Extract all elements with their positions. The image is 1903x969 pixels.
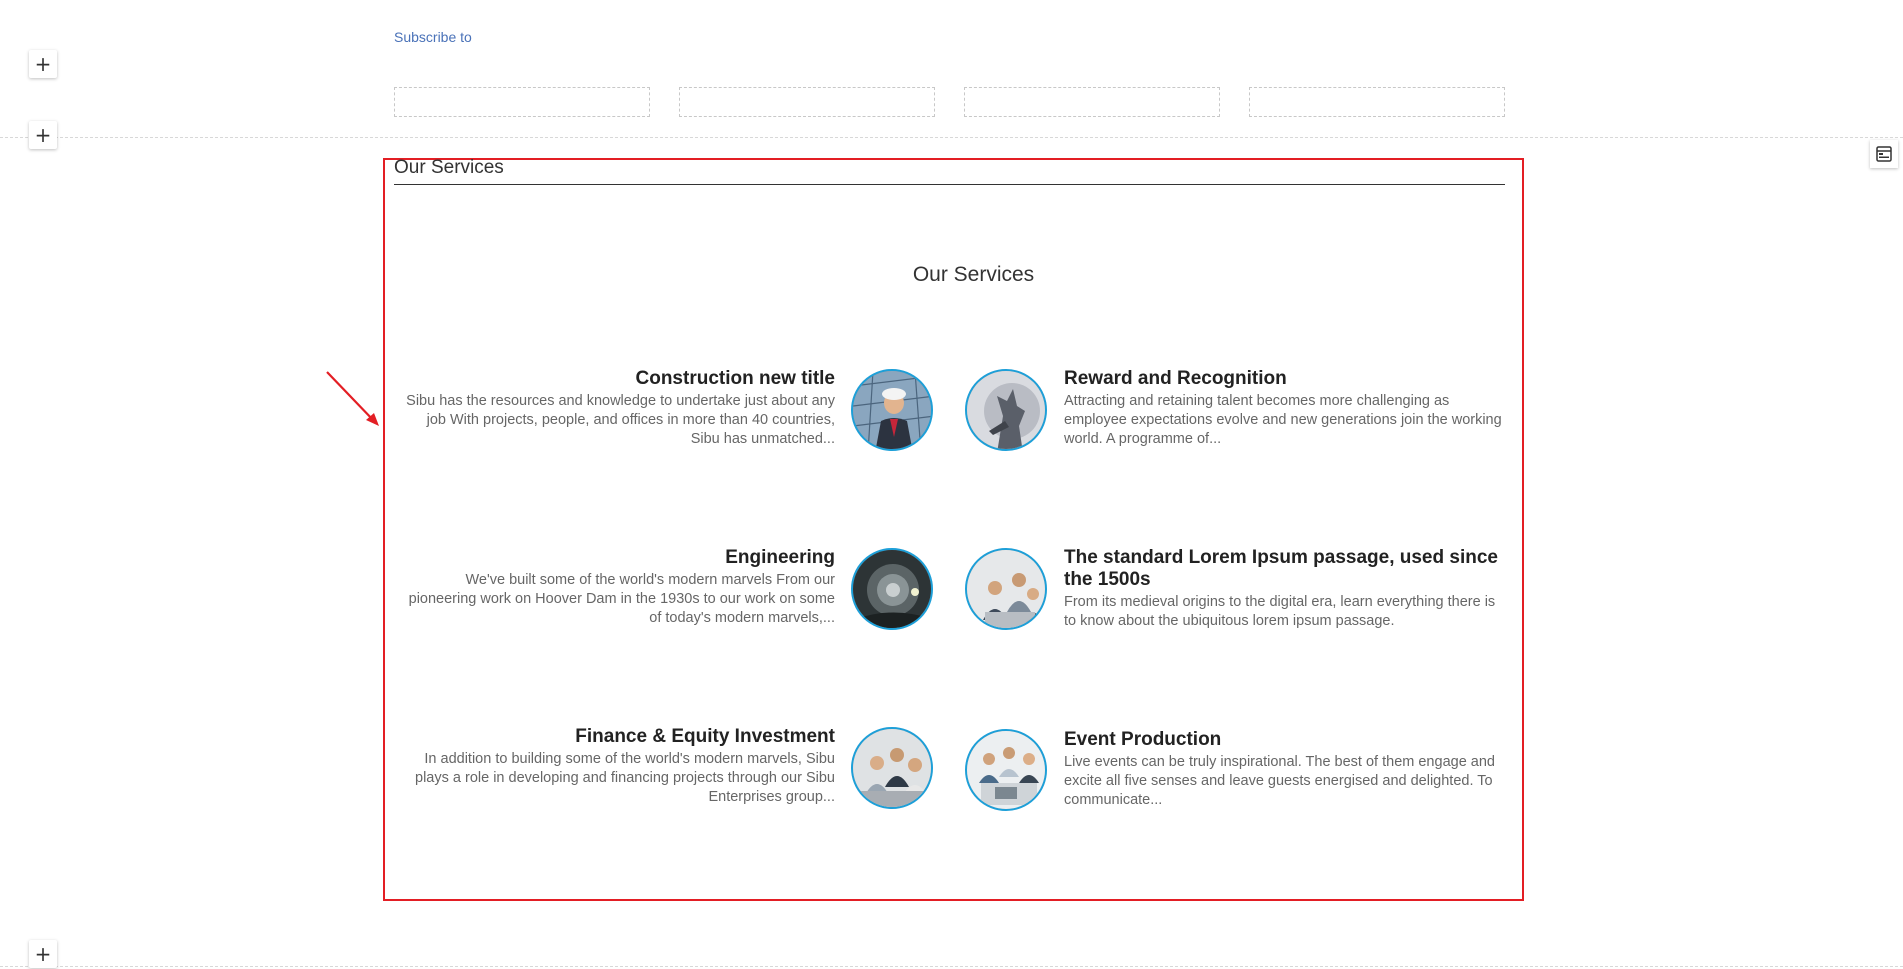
service-title[interactable]: Reward and Recognition — [1064, 368, 1504, 390]
service-item[interactable]: Engineering We've built some of the worl… — [400, 547, 835, 628]
subscribe-field-placeholder[interactable] — [394, 87, 650, 117]
service-title[interactable]: Engineering — [400, 547, 835, 569]
subscribe-field-placeholder[interactable] — [964, 87, 1220, 117]
service-title[interactable]: The standard Lorem Ipsum passage, used s… — [1064, 547, 1504, 591]
subscribe-field-placeholder[interactable] — [1249, 87, 1505, 117]
services-heading: Our Services — [912, 263, 1035, 286]
block-settings-icon[interactable] — [1870, 140, 1898, 168]
service-image[interactable] — [965, 369, 1047, 451]
service-title[interactable]: Construction new title — [400, 368, 836, 390]
service-description: Attracting and retaining talent becomes … — [1064, 393, 1502, 447]
add-block-button[interactable]: + — [29, 121, 57, 149]
service-image[interactable] — [965, 548, 1047, 630]
section-header-title: Our Services — [394, 157, 504, 178]
annotation-arrow-icon — [326, 371, 379, 426]
add-block-button[interactable]: + — [29, 940, 57, 968]
service-image[interactable] — [965, 729, 1047, 811]
section-divider — [0, 966, 1903, 967]
service-item[interactable]: Finance & Equity Investment In addition … — [400, 726, 835, 807]
service-image[interactable] — [851, 548, 933, 630]
service-description: Live events can be truly inspirational. … — [1064, 754, 1495, 808]
service-item[interactable]: Reward and Recognition Attracting and re… — [1064, 368, 1504, 449]
service-image[interactable] — [851, 727, 933, 809]
service-title[interactable]: Finance & Equity Investment — [400, 726, 835, 748]
section-divider — [0, 137, 1903, 138]
subscribe-field-placeholder[interactable] — [679, 87, 935, 117]
service-item[interactable]: Construction new title Sibu has the reso… — [400, 368, 835, 449]
service-title[interactable]: Event Production — [1064, 729, 1504, 751]
add-block-button[interactable]: + — [29, 50, 57, 78]
service-description: We've built some of the world's modern m… — [408, 572, 835, 626]
service-item[interactable]: Event Production Live events can be trul… — [1064, 729, 1504, 810]
service-description: From its medieval origins to the digital… — [1064, 594, 1496, 629]
service-description: In addition to building some of the worl… — [415, 751, 835, 805]
section-header-divider — [394, 184, 1505, 185]
service-image[interactable] — [851, 369, 933, 451]
service-item[interactable]: The standard Lorem Ipsum passage, used s… — [1064, 547, 1504, 631]
service-description: Sibu has the resources and knowledge to … — [406, 393, 835, 447]
subscribe-label: Subscribe to — [394, 29, 472, 45]
